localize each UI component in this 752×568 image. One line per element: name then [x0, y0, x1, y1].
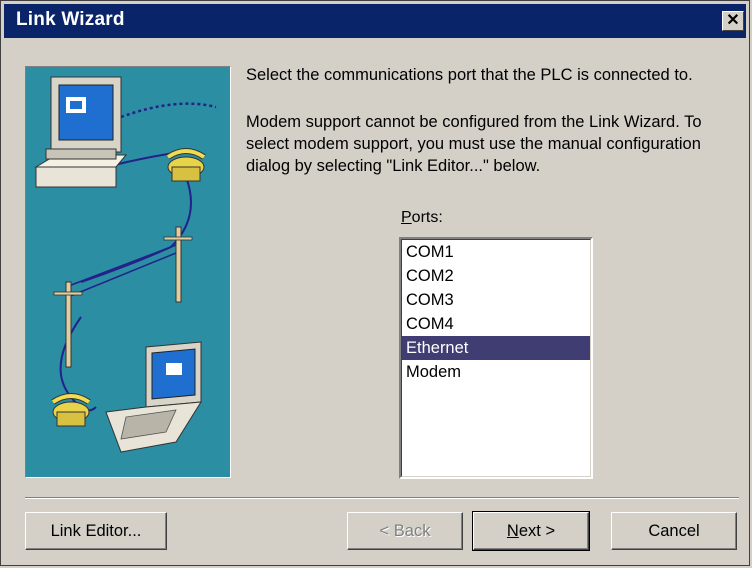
port-item-com2[interactable]: COM2 — [402, 264, 590, 288]
port-item-com3[interactable]: COM3 — [402, 288, 590, 312]
port-item-com1[interactable]: COM1 — [402, 240, 590, 264]
modem-note-text: Modem support cannot be configured from … — [246, 113, 702, 175]
desktop-computer-icon — [34, 76, 128, 188]
link-editor-button[interactable]: Link Editor... — [25, 512, 167, 550]
close-icon: ✕ — [726, 12, 740, 29]
network-illustration — [34, 76, 217, 453]
laptop-icon — [105, 341, 202, 453]
port-item-com4[interactable]: COM4 — [402, 312, 590, 336]
telephone-icon — [166, 148, 206, 182]
close-button[interactable]: ✕ — [722, 11, 744, 31]
title-bar[interactable]: Link Wizard ✕ — [4, 4, 746, 38]
next-button[interactable]: Next > — [472, 511, 590, 551]
instruction-text: Select the communications port that the … — [246, 66, 693, 84]
link-wizard-dialog: Link Wizard ✕ Select the communications … — [0, 0, 750, 566]
port-item-ethernet[interactable]: Ethernet — [402, 336, 590, 360]
separator — [25, 497, 739, 499]
ports-listbox[interactable]: COM1 COM2 COM3 COM4 Ethernet Modem — [399, 237, 593, 479]
window-title: Link Wizard — [16, 9, 125, 30]
ports-label: Ports: — [401, 209, 443, 226]
wizard-illustration — [25, 66, 231, 478]
port-item-modem[interactable]: Modem — [402, 360, 590, 384]
back-button[interactable]: < Back — [347, 512, 463, 550]
cancel-button[interactable]: Cancel — [611, 512, 737, 550]
